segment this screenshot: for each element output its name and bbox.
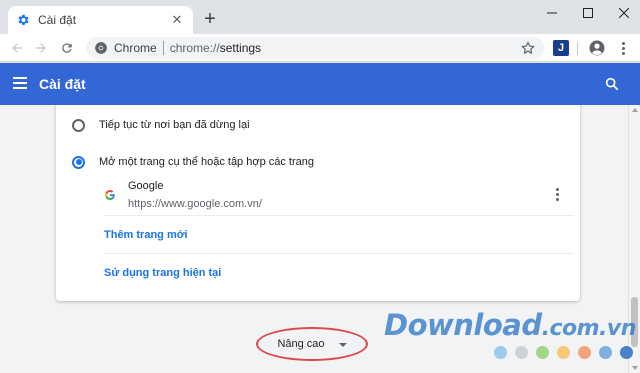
arrow-right-icon bbox=[36, 43, 46, 53]
watermark-dot bbox=[494, 346, 507, 359]
google-icon bbox=[104, 188, 116, 201]
browser-toolbar: Chrome chrome:// settings J bbox=[0, 34, 640, 62]
tab-settings[interactable]: Cài đặt ✕ bbox=[8, 6, 193, 34]
watermark-dot bbox=[620, 346, 633, 359]
site-chip: Chrome bbox=[114, 41, 157, 55]
arrow-left-icon bbox=[12, 43, 22, 53]
tab-title: Cài đặt bbox=[38, 13, 77, 27]
watermark-text: Download.com.vn bbox=[384, 308, 636, 342]
watermark-dot bbox=[599, 346, 612, 359]
add-page-link[interactable]: Thêm trang mới bbox=[104, 229, 188, 241]
back-button[interactable] bbox=[6, 37, 28, 59]
watermark-dots bbox=[494, 346, 633, 359]
caret-down-icon bbox=[338, 343, 347, 347]
menu-icon[interactable] bbox=[13, 77, 27, 89]
use-current-row[interactable]: Sử dụng trang hiện tại bbox=[104, 254, 574, 292]
reload-icon bbox=[62, 43, 72, 53]
radio-label: Tiếp tục từ nơi bạn đã dừng lại bbox=[99, 119, 250, 131]
browser-window: Cài đặt ✕ + Chrome chrome:// settings J … bbox=[0, 0, 640, 373]
watermark-dot bbox=[536, 346, 549, 359]
advanced-label: Nâng cao bbox=[277, 338, 325, 350]
watermark-dot bbox=[515, 346, 528, 359]
extension-icon[interactable]: J bbox=[553, 40, 569, 56]
close-window-button[interactable] bbox=[602, 0, 640, 26]
browser-menu-icon[interactable] bbox=[614, 39, 632, 57]
use-current-pages-link[interactable]: Sử dụng trang hiện tại bbox=[104, 267, 221, 279]
radio-button-checked[interactable] bbox=[72, 155, 85, 169]
gear-icon bbox=[16, 13, 30, 27]
forward-button[interactable] bbox=[30, 37, 52, 59]
startup-page-entry: Google https://www.google.com.vn/ bbox=[104, 176, 574, 216]
page-name: Google bbox=[128, 180, 164, 192]
toolbar-divider bbox=[577, 42, 578, 55]
new-tab-button[interactable]: + bbox=[200, 9, 220, 29]
chrome-icon bbox=[95, 42, 107, 54]
profile-icon[interactable] bbox=[588, 39, 606, 57]
radio-label: Mở một trang cụ thể hoặc tập hợp các tra… bbox=[99, 156, 314, 168]
reload-button[interactable] bbox=[56, 37, 78, 59]
address-bar[interactable]: Chrome chrome:// settings bbox=[86, 37, 544, 59]
settings-header: Cài đặt bbox=[0, 63, 640, 105]
star-icon[interactable] bbox=[520, 40, 536, 56]
url-host: chrome:// bbox=[169, 41, 220, 55]
page-url: https://www.google.com.vn/ bbox=[128, 198, 262, 210]
watermark: Download.com.vn bbox=[384, 308, 636, 368]
advanced-button[interactable]: Nâng cao bbox=[256, 327, 368, 361]
watermark-tld: .com.vn bbox=[541, 316, 637, 341]
scroll-down-icon[interactable] bbox=[632, 366, 638, 370]
search-icon[interactable] bbox=[604, 76, 620, 92]
tab-strip: Cài đặt ✕ + bbox=[0, 0, 640, 34]
url-path: settings bbox=[219, 41, 262, 55]
more-vert-icon[interactable] bbox=[551, 187, 563, 201]
radio-open-specific[interactable]: Mở một trang cụ thể hoặc tập hợp các tra… bbox=[72, 150, 562, 174]
radio-continue[interactable]: Tiếp tục từ nơi bạn đã dừng lại bbox=[72, 113, 562, 137]
radio-button[interactable] bbox=[72, 118, 85, 132]
watermark-brand: Download bbox=[384, 308, 542, 342]
watermark-dot bbox=[557, 346, 570, 359]
add-page-row[interactable]: Thêm trang mới bbox=[104, 216, 574, 254]
scroll-up-icon[interactable] bbox=[632, 108, 638, 112]
startup-card: Tiếp tục từ nơi bạn đã dừng lại Mở một t… bbox=[56, 105, 580, 301]
watermark-dot bbox=[578, 346, 591, 359]
omnibox-divider bbox=[162, 41, 164, 55]
page-title: Cài đặt bbox=[39, 76, 86, 92]
tab-close-icon[interactable]: ✕ bbox=[169, 12, 185, 28]
